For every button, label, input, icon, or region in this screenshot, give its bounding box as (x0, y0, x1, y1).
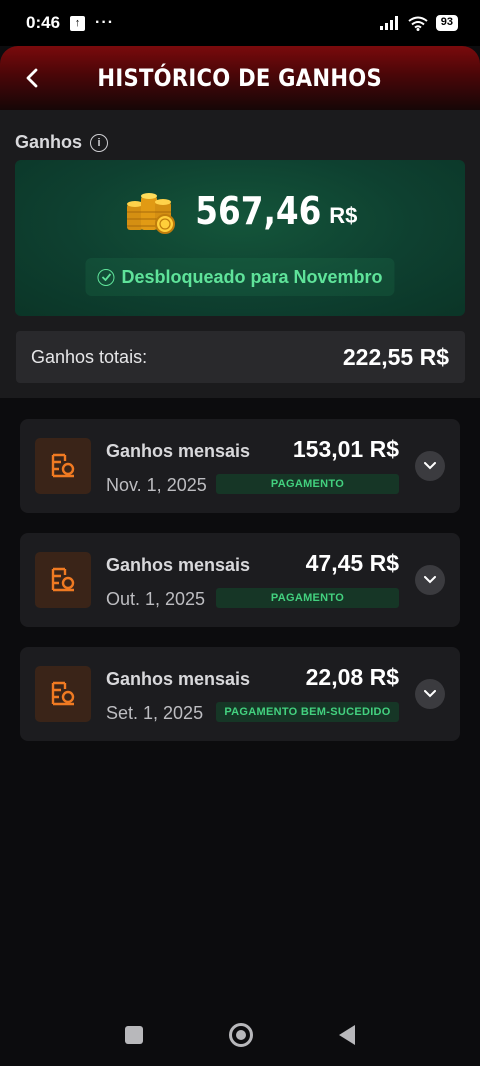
chevron-down-icon (424, 462, 436, 470)
unlock-status: Desbloqueado para Novembro (85, 258, 395, 296)
coin-stack-icon (126, 193, 175, 234)
home-dot-icon (236, 1030, 246, 1040)
list-item[interactable]: Ganhos mensais 47,45 R$ Out. 1, 2025 PAG… (20, 533, 460, 627)
earnings-label: Ganhos (15, 132, 83, 152)
status-right: 93 (379, 15, 458, 31)
expand-button[interactable] (415, 565, 445, 595)
entry-date: Set. 1, 2025 (106, 703, 204, 723)
system-back-button[interactable] (339, 1025, 355, 1045)
earnings-panel: Ganhos i 567,46 R$ Desbloqueado para Nov… (0, 110, 480, 398)
status-badge: PAGAMENTO (216, 474, 399, 494)
expand-button[interactable] (415, 679, 445, 709)
signal-icon (379, 16, 398, 30)
total-value: 222,55 R$ (342, 343, 449, 370)
status-time: 0:46 (26, 13, 61, 32)
balance-currency: R$ (329, 203, 358, 228)
status-badge: PAGAMENTO (216, 588, 399, 608)
unlock-text: Desbloqueado para Novembro (121, 266, 383, 287)
entry-date: Out. 1, 2025 (106, 589, 206, 609)
page-title: HISTÓRICO DE GANHOS (97, 64, 383, 92)
entry-amount: 153,01 R$ (292, 436, 399, 462)
chevron-left-icon (26, 68, 38, 88)
entry-amount: 22,08 R$ (305, 664, 399, 690)
earnings-label-row: Ganhos i (15, 132, 109, 153)
balance-value: 567,46 (194, 189, 321, 233)
list-item[interactable]: Ganhos mensais 153,01 R$ Nov. 1, 2025 PA… (20, 419, 460, 513)
more-notifications-icon: ··· (95, 14, 115, 31)
status-left: 0:46 ↑ ··· (26, 13, 114, 33)
back-button[interactable] (14, 60, 50, 96)
home-button[interactable] (229, 1023, 253, 1047)
entry-amount: 47,45 R$ (305, 550, 399, 576)
expand-button[interactable] (415, 451, 445, 481)
entry-title: Ganhos mensais (106, 441, 251, 461)
earnings-document-icon (35, 552, 91, 608)
status-bar: 0:46 ↑ ··· 93 (0, 0, 480, 46)
app-header: HISTÓRICO DE GANHOS (0, 46, 480, 110)
entry-date: Nov. 1, 2025 (106, 475, 207, 495)
balance-card: 567,46 R$ Desbloqueado para Novembro (15, 160, 465, 316)
chevron-down-icon (424, 690, 436, 698)
battery-indicator: 93 (435, 15, 458, 31)
balance-row: 567,46 R$ (15, 186, 465, 236)
chevron-down-icon (424, 576, 436, 584)
status-badge: PAGAMENTO BEM-SUCEDIDO (216, 702, 399, 722)
earnings-document-icon (35, 438, 91, 494)
total-label: Ganhos totais: (31, 346, 148, 367)
earnings-document-icon (35, 666, 91, 722)
recents-button[interactable] (125, 1026, 143, 1044)
entry-title: Ganhos mensais (106, 669, 251, 689)
entry-title: Ganhos mensais (106, 555, 251, 575)
check-circle-icon (97, 268, 115, 286)
system-nav-bar (0, 1004, 480, 1066)
upload-icon: ↑ (70, 15, 86, 31)
total-earnings-bar: Ganhos totais: 222,55 R$ (16, 331, 465, 383)
wifi-icon (408, 16, 428, 31)
list-item[interactable]: Ganhos mensais 22,08 R$ Set. 1, 2025 PAG… (20, 647, 460, 741)
info-icon[interactable]: i (90, 133, 109, 152)
